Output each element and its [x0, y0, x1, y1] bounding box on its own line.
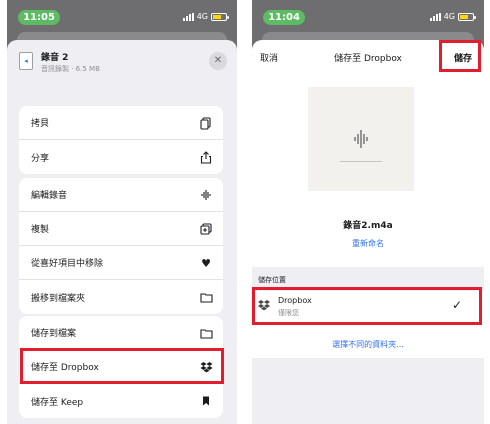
- copy-icon: [199, 116, 213, 130]
- waveform-icon: [354, 130, 368, 148]
- action-label: 複製: [31, 225, 50, 235]
- save-to-dropbox-sheet: 取消 儲存至 Dropbox 儲存 錄音2.m4a 重新命名 儲存位置 Drop…: [252, 40, 484, 424]
- checkmark-icon: ✓: [451, 298, 462, 312]
- network-label: 4G: [196, 12, 208, 21]
- share-icon: [199, 150, 213, 164]
- close-icon: ✕: [213, 55, 223, 66]
- battery-icon: [211, 12, 229, 21]
- status-time: 11:04: [263, 10, 305, 25]
- action-label: 搬移到檔案夾: [31, 293, 86, 304]
- signal-icon: [429, 12, 441, 21]
- action-save-files[interactable]: 儲存到檔案: [19, 316, 223, 350]
- status-time: 11:05: [18, 10, 60, 25]
- audio-file-icon: ◂: [19, 52, 33, 70]
- action-label: 分享: [31, 153, 50, 164]
- duplicate-icon: [199, 222, 213, 236]
- battery-icon: [458, 12, 476, 21]
- heart-icon: ♥: [201, 256, 211, 270]
- share-sheet: ◂ 錄音 2 音訊錄製 · 6.5 MB ✕ 拷貝 分享 編輯錄音 複製 從喜好…: [7, 40, 237, 424]
- left-screen: 11:05 4G ◂ 錄音 2 音訊錄製 · 6.5 MB ✕ 拷貝 分享 編輯…: [7, 0, 237, 424]
- waveform-icon: [199, 188, 213, 202]
- nav-bar: 取消 儲存至 Dropbox 儲存: [252, 40, 484, 70]
- signal-icon: [182, 12, 194, 21]
- action-label: 編輯錄音: [31, 191, 68, 201]
- location-label: 儲存位置: [258, 276, 286, 284]
- action-label: 儲存至 Dropbox: [31, 363, 99, 373]
- bookmark-icon: [199, 394, 213, 408]
- save-button[interactable]: 儲存: [454, 51, 472, 64]
- action-label: 從喜好項目中移除: [31, 259, 104, 269]
- status-bar: 11:05 4G: [7, 0, 237, 26]
- action-label: 儲存到檔案: [31, 329, 77, 339]
- action-move-folder[interactable]: 搬移到檔案夾: [19, 280, 223, 314]
- close-button[interactable]: ✕: [209, 52, 227, 70]
- action-label: 儲存至 Keep: [31, 397, 84, 408]
- folder-icon: [199, 326, 213, 340]
- rename-link[interactable]: 重新命名: [252, 238, 484, 249]
- action-group-2: 編輯錄音 複製 從喜好項目中移除 ♥ 搬移到檔案夾: [19, 178, 223, 314]
- file-header: ◂ 錄音 2 音訊錄製 · 6.5 MB ✕: [19, 48, 227, 84]
- location-sub: 僅限您: [278, 309, 299, 317]
- action-save-keep[interactable]: 儲存至 Keep: [19, 384, 223, 418]
- location-dropbox[interactable]: Dropbox 僅限您 ✓: [252, 291, 484, 321]
- file-subtitle: 音訊錄製 · 6.5 MB: [41, 65, 100, 73]
- folder-icon: [199, 290, 213, 304]
- file-name: 錄音2.m4a: [343, 221, 393, 231]
- action-save-dropbox[interactable]: 儲存至 Dropbox: [19, 350, 223, 384]
- dropbox-icon: [257, 299, 271, 314]
- action-duplicate[interactable]: 複製: [19, 212, 223, 246]
- choose-folder-link[interactable]: 選擇不同的資料夾...: [252, 339, 484, 350]
- action-label: 拷貝: [31, 119, 50, 129]
- action-group-3: 儲存到檔案 儲存至 Dropbox 儲存至 Keep: [19, 316, 223, 418]
- action-edit-recording[interactable]: 編輯錄音: [19, 178, 223, 212]
- action-remove-favorite[interactable]: 從喜好項目中移除 ♥: [19, 246, 223, 280]
- location-name: Dropbox: [278, 296, 312, 305]
- file-preview: [308, 87, 414, 191]
- file-name: 錄音 2: [41, 53, 69, 63]
- right-screen: 11:04 4G 取消 儲存至 Dropbox 儲存 錄音2.m4a 重新命名 …: [252, 0, 484, 424]
- page-title: 儲存至 Dropbox: [334, 54, 402, 64]
- action-share[interactable]: 分享: [19, 140, 223, 174]
- network-label: 4G: [443, 12, 455, 21]
- action-group-1: 拷貝 分享: [19, 106, 223, 174]
- status-bar: 11:04 4G: [252, 0, 484, 26]
- action-copy[interactable]: 拷貝: [19, 106, 223, 140]
- dropbox-icon: [199, 360, 213, 374]
